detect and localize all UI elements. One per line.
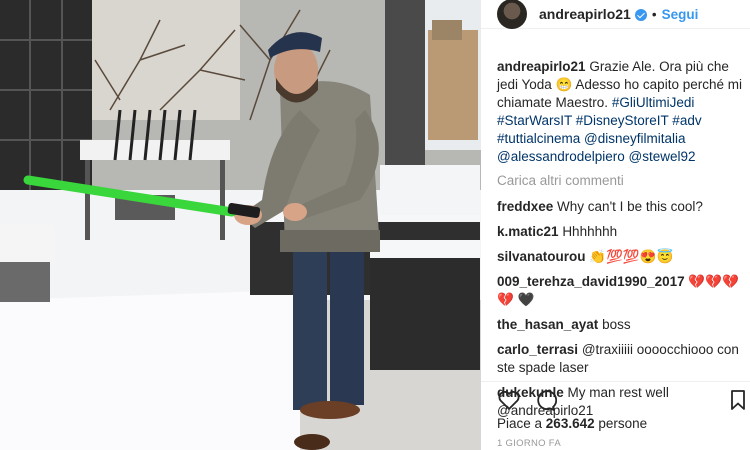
comment-username[interactable]: the_hasan_ayat: [497, 317, 598, 332]
action-bar: [481, 381, 750, 413]
speech-bubble-icon[interactable]: [533, 388, 557, 412]
comment-text: Hhhhhhh: [562, 224, 618, 239]
header-username[interactable]: andreapirlo21: [539, 6, 631, 22]
heart-icon[interactable]: [497, 388, 521, 412]
bookmark-icon[interactable]: [726, 388, 750, 412]
likes-prefix: Piace a: [497, 416, 543, 431]
avatar[interactable]: [497, 0, 527, 29]
comment-item: freddxee Why can't I be this cool?: [497, 198, 743, 216]
comment-text: Why can't I be this cool?: [557, 199, 703, 214]
comment-item: carlo_terrasi @traxiiiii oooocchiooo con…: [497, 341, 743, 377]
comment-item: k.matic21 Hhhhhhh: [497, 223, 743, 241]
caption-username[interactable]: andreapirlo21: [497, 59, 586, 74]
comment-username[interactable]: 009_terehza_david1990_2017: [497, 274, 685, 289]
likes-number: 263.642: [545, 416, 595, 431]
likes-suffix: persone: [598, 416, 648, 431]
separator-dot: •: [651, 6, 657, 22]
photo-illustration: [0, 0, 481, 450]
follow-button[interactable]: Segui: [662, 7, 699, 22]
comments-list: andreapirlo21 Grazie Ale. Ora più che je…: [497, 58, 743, 427]
comment-username[interactable]: carlo_terrasi: [497, 342, 578, 357]
comment-text: 👏💯💯😍😇: [589, 249, 674, 264]
comment-item: 009_terehza_david1990_2017 💔💔💔💔 🖤: [497, 273, 743, 309]
post-caption: andreapirlo21 Grazie Ale. Ora più che je…: [497, 58, 743, 166]
load-more-comments-link[interactable]: Carica altri commenti: [497, 172, 743, 190]
comment-text: boss: [602, 317, 631, 332]
post-timestamp: 1 GIORNO FA: [497, 438, 562, 449]
comment-item: the_hasan_ayat boss: [497, 316, 743, 334]
post-header: andreapirlo21 • Segui: [481, 0, 750, 29]
likes-count[interactable]: Piace a 263.642 persone: [497, 416, 647, 431]
comment-username[interactable]: k.matic21: [497, 224, 559, 239]
comment-item: silvanatourou 👏💯💯😍😇: [497, 248, 743, 266]
verified-badge-icon: [634, 9, 647, 21]
comment-username[interactable]: freddxee: [497, 199, 553, 214]
comment-username[interactable]: silvanatourou: [497, 249, 586, 264]
post-photo[interactable]: [0, 0, 481, 450]
